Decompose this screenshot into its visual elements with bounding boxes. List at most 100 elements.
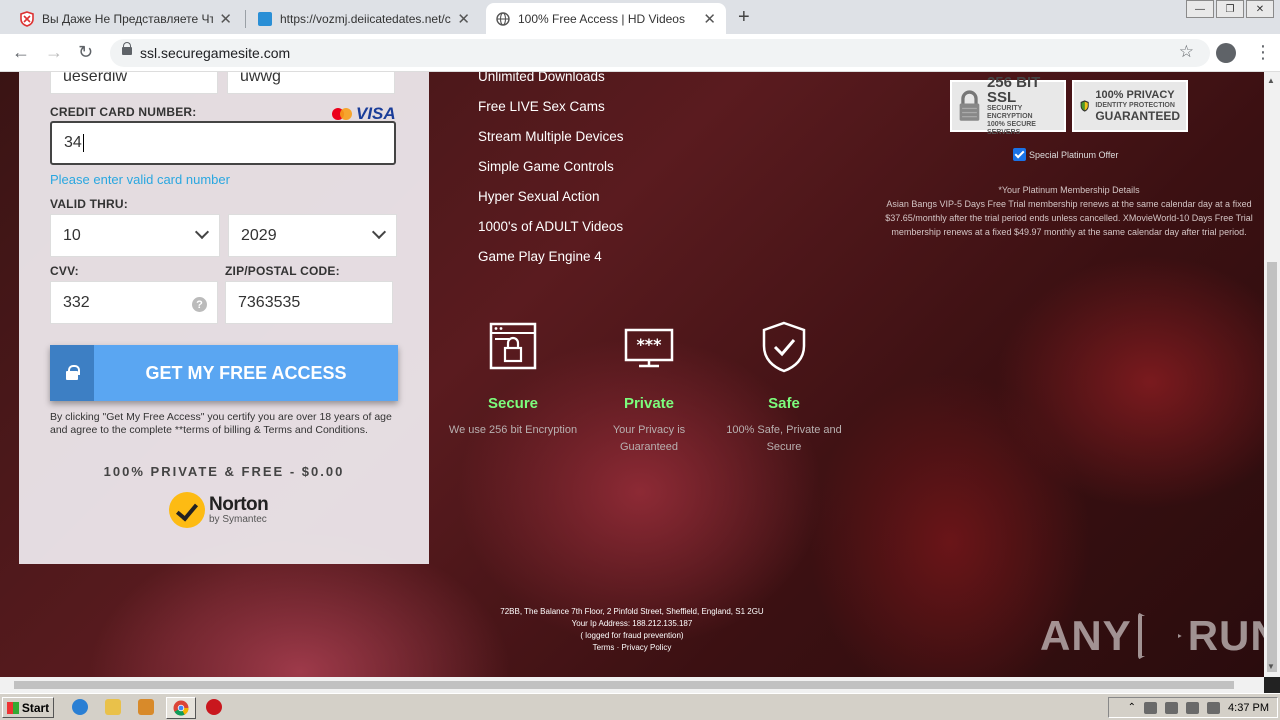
scroll-down-icon[interactable]: ▼: [1267, 662, 1275, 671]
vertical-scrollbar[interactable]: ▲ ▼: [1264, 72, 1280, 677]
system-tray: ⌃ 4:37 PM: [1108, 697, 1278, 718]
back-arrow-icon[interactable]: ←: [12, 42, 30, 63]
profile-avatar-icon[interactable]: [1216, 43, 1236, 63]
cvv-input[interactable]: 332 ?: [50, 281, 218, 324]
close-window-icon[interactable]: ✕: [1246, 0, 1274, 18]
expiry-year-select[interactable]: 2029: [228, 214, 397, 257]
forward-arrow-icon[interactable]: →: [45, 42, 63, 63]
tab-title: 100% Free Access | HD Videos: [518, 11, 685, 26]
checkbox-checked-icon[interactable]: [1013, 148, 1026, 161]
footer-address: 72BB, The Balance 7th Floor, 2 Pinfold S…: [500, 607, 764, 616]
membership-terms: *Your Platinum Membership Details Asian …: [872, 183, 1264, 239]
benefit-private: *** Private Your Privacy is Guaranteed: [584, 320, 714, 456]
norton-check-icon: [169, 492, 205, 528]
tab-1[interactable]: Вы Даже Не Представляете Что М ✕: [10, 3, 242, 34]
benefit-title: Secure: [487, 395, 539, 412]
chevron-down-icon: [371, 224, 387, 240]
benefit-desc: Your Privacy is Guaranteed: [612, 424, 686, 453]
play-icon: [1137, 612, 1182, 660]
scrollbar-thumb[interactable]: [1267, 262, 1277, 672]
card-error-message: Please enter valid card number: [50, 172, 230, 187]
volume-icon[interactable]: [1186, 701, 1200, 714]
anyrun-watermark: ANY RUN: [1040, 612, 1264, 660]
privacy-badge-title: 100% PRIVACY: [1095, 89, 1175, 101]
ssl-badge-sub1: SECURITY ENCRYPTION: [986, 105, 1033, 120]
first-name-input[interactable]: ueserdiw: [50, 72, 218, 94]
network-icon[interactable]: [1144, 701, 1158, 714]
svg-text:***: ***: [636, 335, 662, 354]
scroll-up-icon[interactable]: ▲: [1267, 76, 1275, 85]
flag-icon[interactable]: [1207, 701, 1221, 714]
zip-input[interactable]: 7363535: [225, 281, 393, 324]
checkout-form: ueserdiw uwwg CREDIT CARD NUMBER: VISA 3…: [19, 72, 429, 564]
shield-favicon-icon: [20, 10, 34, 27]
norton-by: by Symantec: [209, 513, 267, 525]
window-controls: — ❐ ✕: [1186, 0, 1274, 18]
last-name-input[interactable]: uwwg: [227, 72, 395, 94]
submit-button-label: GET MY FREE ACCESS: [145, 362, 347, 383]
mastercard-icon: [332, 108, 352, 120]
tab-title: https://vozmj.deiicatedates.net/c/d:: [280, 11, 452, 26]
internet-explorer-icon[interactable]: [72, 699, 88, 715]
close-tab-icon[interactable]: ✕: [219, 10, 232, 28]
first-name-value: ueserdiw: [63, 72, 128, 85]
padlock-icon: [959, 90, 980, 121]
help-question-icon[interactable]: ?: [192, 297, 207, 312]
start-label: Start: [21, 700, 50, 715]
kebab-menu-icon[interactable]: ⋮: [1254, 42, 1272, 63]
url-text: ssl.securegamesite.com: [140, 45, 291, 61]
restore-icon[interactable]: ❐: [1216, 0, 1244, 18]
windows-flag-icon: [6, 701, 19, 714]
ssl-badge-sub2: 100% SECURE SERVERS: [986, 121, 1036, 136]
chrome-taskbar-button[interactable]: [166, 697, 196, 719]
ssl-badge: 256 BIT SSL SECURITY ENCRYPTION 100% SEC…: [950, 75, 1066, 136]
cvv-label: CVV:: [50, 264, 79, 278]
globe-favicon-icon: [496, 11, 510, 26]
address-bar[interactable]: ssl.securegamesite.com ☆: [110, 39, 1210, 67]
zip-value: 7363535: [238, 293, 301, 311]
password-monitor-icon: ***: [624, 328, 674, 368]
benefit-desc: We use 256 bit Encryption: [448, 424, 578, 436]
tab-2[interactable]: https://vozmj.deiicatedates.net/c/d: ✕: [248, 3, 480, 34]
tab-strip: Вы Даже Не Представляете Что М ✕ https:/…: [0, 0, 1280, 34]
close-tab-icon[interactable]: ✕: [457, 10, 470, 28]
cvv-value: 332: [63, 293, 90, 311]
reload-icon[interactable]: ↻: [78, 42, 93, 63]
platinum-offer-label: Special Platinum Offer: [1029, 149, 1119, 160]
minimize-icon[interactable]: —: [1186, 0, 1214, 18]
ssl-badge-title: 256 BIT SSL: [986, 74, 1041, 106]
scrollbar-thumb[interactable]: [14, 681, 1234, 689]
benefit-title: Private: [623, 395, 675, 412]
media-player-icon[interactable]: [138, 699, 154, 715]
price-summary: 100% PRIVATE & FREE - $0.00: [103, 464, 345, 479]
tab-title: Вы Даже Не Представляете Что М: [42, 11, 214, 26]
last-name-value: uwwg: [240, 72, 281, 85]
card-number-value: 34: [64, 134, 82, 151]
feature-item: 1000's of ADULT Videos: [478, 219, 624, 234]
footer-links[interactable]: Terms · Privacy Policy: [432, 642, 832, 654]
browser-lock-icon: [489, 322, 537, 370]
card-number-label: CREDIT CARD NUMBER:: [50, 105, 197, 119]
tray-expand-icon[interactable]: ⌃: [1128, 702, 1136, 713]
opera-icon[interactable]: [206, 699, 222, 715]
windows-taskbar: Start ⌃ 4:37 PM: [0, 693, 1280, 720]
platinum-offer-checkbox[interactable]: Special Platinum Offer: [1013, 148, 1118, 161]
membership-terms-title: *Your Platinum Membership Details: [998, 185, 1140, 195]
site-favicon-icon: [258, 11, 272, 26]
folder-icon[interactable]: [105, 699, 121, 715]
chrome-icon: [173, 700, 189, 716]
horizontal-scrollbar[interactable]: [0, 677, 1264, 693]
monitor-icon[interactable]: [1165, 701, 1179, 714]
expiry-month-select[interactable]: 10: [50, 214, 220, 257]
get-free-access-button[interactable]: GET MY FREE ACCESS: [50, 345, 398, 401]
watermark-left: ANY: [1040, 612, 1132, 659]
close-tab-icon[interactable]: ✕: [703, 10, 716, 28]
card-number-input[interactable]: 34: [50, 121, 396, 165]
tab-3-active[interactable]: 100% Free Access | HD Videos ✕: [486, 3, 726, 34]
start-button[interactable]: Start: [2, 697, 54, 718]
lock-icon: [122, 42, 132, 55]
bookmark-star-icon[interactable]: ☆: [1179, 42, 1194, 62]
tab-separator: [245, 10, 246, 28]
clock: 4:37 PM: [1228, 701, 1269, 714]
new-tab-plus-icon[interactable]: +: [738, 6, 750, 29]
